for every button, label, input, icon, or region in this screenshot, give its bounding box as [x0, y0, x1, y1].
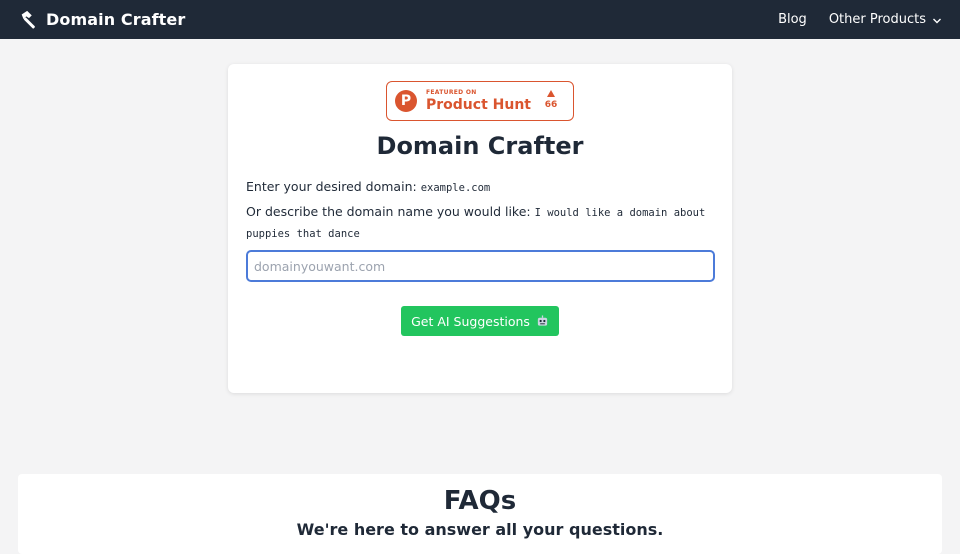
domain-search-card: P FEATURED ON Product Hunt 66 Domain Cra… — [228, 64, 732, 393]
instruction-describe: Or describe the domain name you would li… — [246, 202, 716, 244]
product-hunt-vote-count: 66 — [544, 100, 558, 110]
product-hunt-votes: 66 — [545, 90, 557, 110]
domain-input[interactable] — [246, 250, 715, 282]
instruction-domain-text: Enter your desired domain: — [246, 179, 417, 194]
chevron-down-icon — [933, 18, 941, 24]
faq-section: FAQs We're here to answer all your quest… — [18, 474, 942, 554]
nav-dropdown-label: Other Products — [828, 12, 926, 27]
instruction-describe-text: Or describe the domain name you would li… — [246, 204, 531, 219]
top-navbar: Domain Crafter Blog Other Products — [0, 0, 960, 39]
faq-title: FAQs — [443, 486, 517, 516]
product-hunt-badge[interactable]: P FEATURED ON Product Hunt 66 — [386, 81, 574, 121]
get-ai-suggestions-label: Get AI Suggestions — [411, 313, 530, 329]
nav-links: Blog Other Products — [778, 12, 942, 27]
hammer-icon — [21, 10, 35, 29]
product-hunt-logo-icon: P — [395, 90, 417, 112]
robot-icon — [537, 314, 548, 326]
brand-link[interactable]: Domain Crafter — [18, 9, 185, 31]
product-hunt-featured-label: FEATURED ON — [426, 89, 477, 96]
page-title: Domain Crafter — [376, 132, 584, 160]
instruction-domain: Enter your desired domain: example.com — [246, 177, 716, 198]
product-hunt-text: FEATURED ON Product Hunt — [426, 89, 531, 113]
product-hunt-name: Product Hunt — [426, 97, 531, 113]
get-ai-suggestions-button[interactable]: Get AI Suggestions — [401, 306, 559, 336]
brand-name: Domain Crafter — [46, 10, 186, 29]
nav-link-blog[interactable]: Blog — [778, 12, 807, 27]
example-domain: example.com — [420, 182, 491, 194]
nav-dropdown-other-products[interactable]: Other Products — [829, 12, 942, 27]
faq-subtitle: We're here to answer all your questions. — [296, 520, 664, 539]
upvote-arrow-icon — [547, 90, 555, 97]
